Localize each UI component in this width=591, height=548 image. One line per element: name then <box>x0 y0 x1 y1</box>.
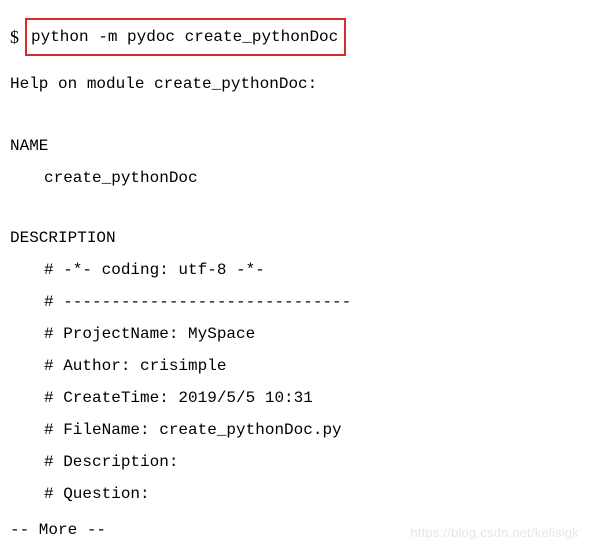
description-line: # Author: crisimple <box>10 350 581 382</box>
description-line: # ------------------------------ <box>10 286 581 318</box>
description-line: # ProjectName: MySpace <box>10 318 581 350</box>
name-section: NAME create_pythonDoc <box>10 130 581 194</box>
highlighted-command: python -m pydoc create_pythonDoc <box>25 18 346 56</box>
help-intro-text: Help on module create_pythonDoc: <box>10 68 581 100</box>
watermark-text: https://blog.csdn.net/kelisigk <box>410 520 579 546</box>
description-line: # -*- coding: utf-8 -*- <box>10 254 581 286</box>
description-section: DESCRIPTION # -*- coding: utf-8 -*- # --… <box>10 222 581 510</box>
prompt-symbol: $ <box>10 19 19 55</box>
description-line: # FileName: create_pythonDoc.py <box>10 414 581 446</box>
description-header: DESCRIPTION <box>10 222 581 254</box>
module-name: create_pythonDoc <box>10 162 581 194</box>
description-line: # CreateTime: 2019/5/5 10:31 <box>10 382 581 414</box>
description-line: # Question: <box>10 478 581 510</box>
command-prompt-line: $ python -m pydoc create_pythonDoc <box>10 18 581 56</box>
description-line: # Description: <box>10 446 581 478</box>
name-header: NAME <box>10 130 581 162</box>
